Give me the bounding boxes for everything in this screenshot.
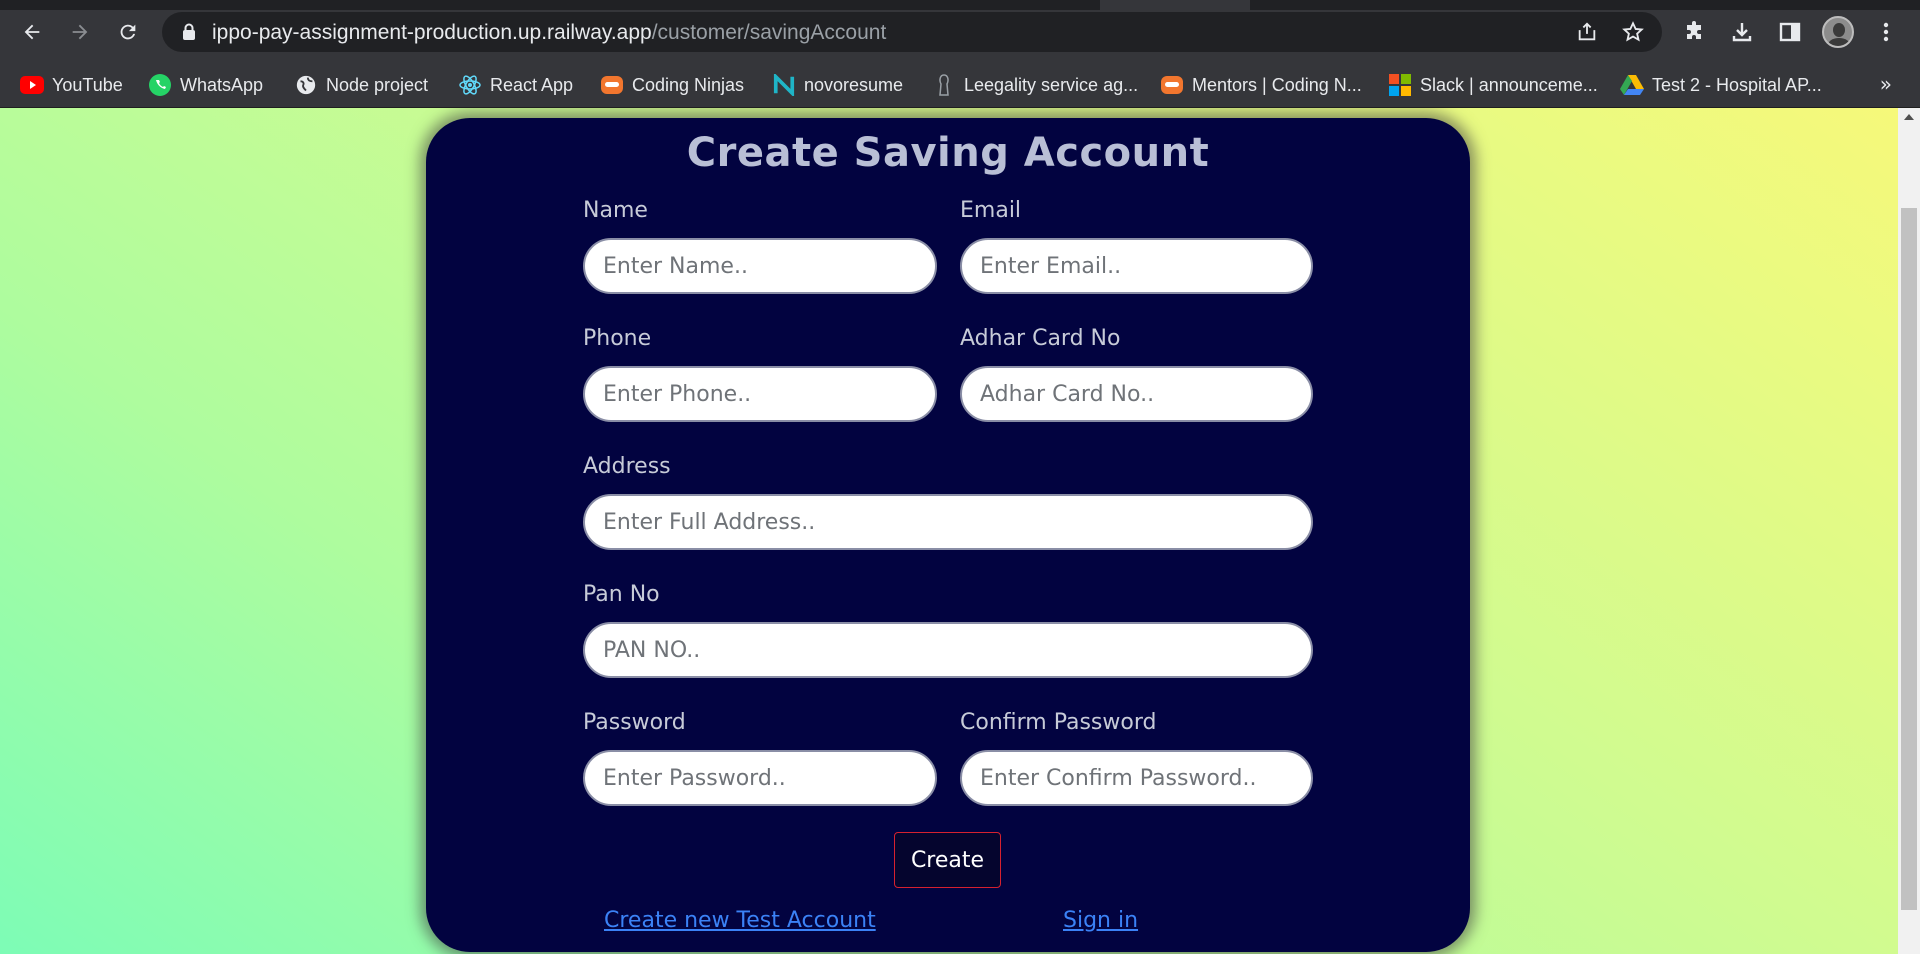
url-text: ippo-pay-assignment-production.up.railwa…: [212, 21, 886, 45]
email-input[interactable]: [960, 238, 1313, 294]
confirm-password-input[interactable]: [960, 750, 1313, 806]
microsoft-icon: [1388, 73, 1412, 97]
address-input[interactable]: [583, 494, 1313, 550]
bookmark-label: WhatsApp: [180, 74, 264, 95]
password-label: Password: [583, 710, 686, 735]
bookmark-coding-ninjas[interactable]: Coding Ninjas: [600, 62, 744, 108]
form-title: Create Saving Account: [686, 130, 1210, 176]
back-button[interactable]: [14, 14, 50, 50]
menu-button[interactable]: [1868, 14, 1904, 50]
bookmark-whatsapp[interactable]: WhatsApp: [148, 62, 263, 108]
puzzle-icon: [1687, 21, 1701, 39]
whatsapp-icon: [148, 73, 172, 97]
bookmark-label: React App: [490, 74, 574, 95]
share-icon[interactable]: [1576, 21, 1598, 43]
bookmark-node-project[interactable]: Node project: [294, 62, 428, 108]
email-label: Email: [960, 198, 1022, 223]
page-viewport: Create Saving Account Name Email Phone A…: [0, 108, 1898, 954]
avatar: [1822, 16, 1854, 48]
arrow-right-icon: [72, 24, 88, 40]
globe-icon: [294, 73, 318, 97]
saving-account-form: Create Saving Account Name Email Phone A…: [426, 118, 1470, 952]
pan-input[interactable]: [583, 622, 1313, 678]
bookmark-label: Leegality service ag...: [964, 74, 1139, 95]
phone-input[interactable]: [583, 366, 937, 422]
bookmark-react-app[interactable]: React App: [458, 62, 573, 108]
bookmark-label: Test 2 - Hospital AP...: [1652, 74, 1822, 95]
url-host: ippo-pay-assignment-production.up.railwa…: [212, 21, 652, 44]
bookmark-label: Coding Ninjas: [632, 74, 745, 95]
novoresume-icon: [772, 73, 796, 97]
confirm-password-label: Confirm Password: [960, 710, 1157, 735]
bookmark-label: Node project: [326, 74, 429, 95]
adhar-input[interactable]: [960, 366, 1313, 422]
reload-icon: [120, 24, 136, 40]
phone-label: Phone: [583, 326, 652, 351]
bookmarks-bar: YouTube WhatsApp Node project React App …: [0, 62, 1920, 108]
downloads-button[interactable]: [1724, 14, 1760, 50]
bookmark-leegality[interactable]: Leegality service ag...: [932, 62, 1138, 108]
bookmark-star-icon[interactable]: [1622, 21, 1644, 43]
kebab-menu-icon: [1883, 22, 1889, 42]
scrollbar-thumb[interactable]: [1901, 208, 1917, 910]
bookmark-test-hospital[interactable]: Test 2 - Hospital AP...: [1620, 62, 1822, 108]
bookmark-label: novoresume: [804, 74, 904, 95]
bookmark-label: Mentors | Coding N...: [1192, 74, 1362, 95]
page-scrollbar[interactable]: [1898, 108, 1920, 954]
bookmark-youtube[interactable]: YouTube: [20, 62, 123, 108]
bookmark-mentors[interactable]: Mentors | Coding N...: [1160, 62, 1362, 108]
create-test-account-link[interactable]: Create new Test Account: [604, 908, 876, 933]
arrow-left-icon: [24, 24, 40, 40]
side-panel-button[interactable]: [1772, 14, 1808, 50]
tab-strip-edge: [0, 0, 1920, 10]
coding-ninjas-icon: [1160, 73, 1184, 97]
lock-icon: [182, 23, 196, 45]
forward-button[interactable]: [62, 14, 98, 50]
reload-button[interactable]: [110, 14, 146, 50]
address-bar[interactable]: ippo-pay-assignment-production.up.railwa…: [162, 12, 1662, 52]
name-input[interactable]: [583, 238, 937, 294]
profile-button[interactable]: [1820, 14, 1856, 50]
leegality-icon: [932, 73, 956, 97]
name-label: Name: [583, 198, 648, 223]
download-icon: [1732, 23, 1752, 42]
sign-in-link[interactable]: Sign in: [1063, 908, 1138, 933]
scroll-up-arrow-icon[interactable]: [1904, 114, 1914, 120]
password-input[interactable]: [583, 750, 937, 806]
react-icon: [458, 73, 482, 97]
bookmark-label: YouTube: [52, 74, 123, 95]
side-panel-icon: [1779, 22, 1801, 42]
create-button[interactable]: Create: [894, 832, 1001, 888]
coding-ninjas-icon: [600, 73, 624, 97]
bookmark-novoresume[interactable]: novoresume: [772, 62, 903, 108]
google-drive-icon: [1620, 73, 1644, 97]
address-label: Address: [583, 454, 671, 479]
bookmark-label: Slack | announceme...: [1420, 74, 1598, 95]
pan-label: Pan No: [583, 582, 660, 607]
more-bookmarks-button[interactable]: »: [1880, 72, 1892, 96]
extensions-button[interactable]: [1676, 14, 1712, 50]
bookmark-slack[interactable]: Slack | announceme...: [1388, 62, 1598, 108]
adhar-label: Adhar Card No: [960, 326, 1121, 351]
browser-toolbar: ippo-pay-assignment-production.up.railwa…: [0, 0, 1920, 62]
youtube-icon: [20, 73, 44, 97]
url-path: /customer/savingAccount: [651, 21, 887, 44]
